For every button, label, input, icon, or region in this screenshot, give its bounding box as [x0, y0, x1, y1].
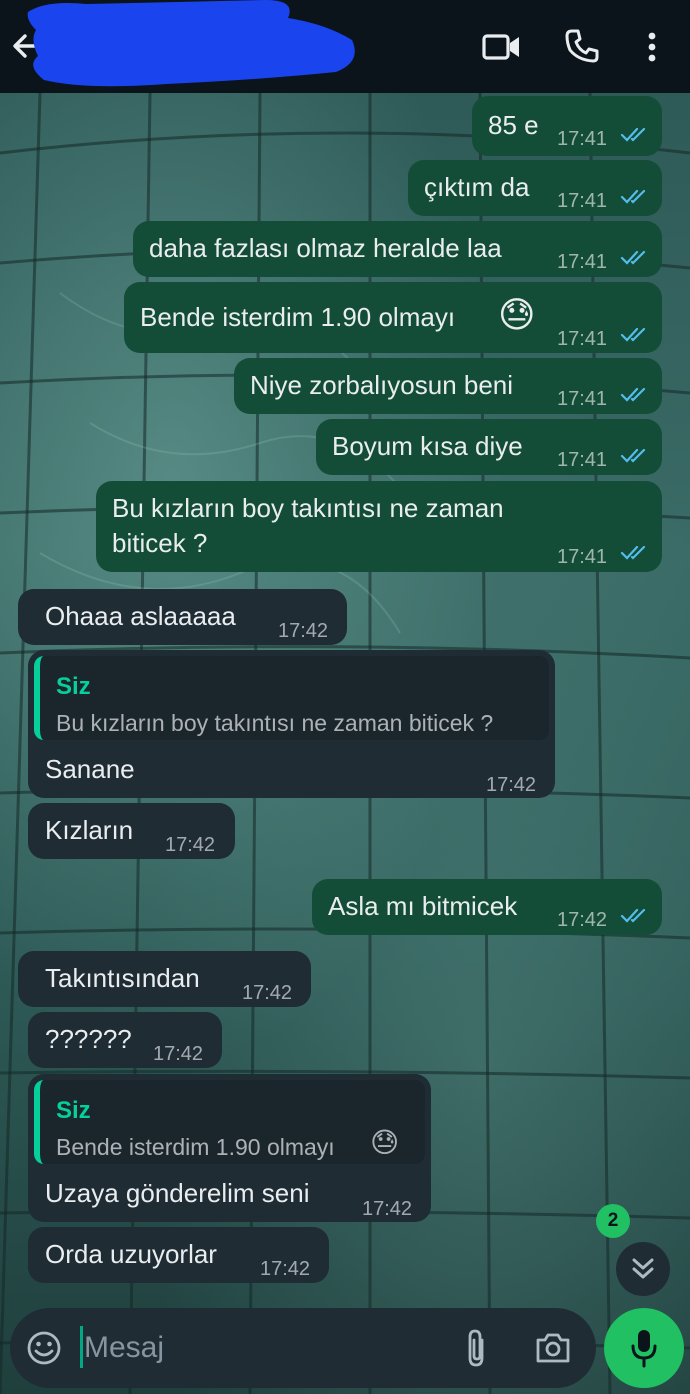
message-time: 17:42 — [260, 1258, 311, 1280]
message-time: 17:41 — [557, 388, 608, 410]
message-composer — [10, 1308, 596, 1388]
message-text-line-2: biticek ? — [112, 528, 208, 558]
message-bubble-outgoing[interactable]: Boyum kısa diye 17:41 — [316, 419, 662, 475]
message-time: 17:41 — [557, 449, 608, 471]
message-text: Boyum kısa diye — [332, 431, 523, 461]
message-text: Ohaaa aslaaaaa — [45, 601, 236, 631]
voice-message-button[interactable] — [604, 1308, 684, 1388]
message-bubble-outgoing[interactable]: Bu kızların boy takıntısı ne zaman bitic… — [96, 481, 662, 572]
message-text: daha fazlası olmaz heralde laa — [149, 233, 502, 263]
message-input[interactable] — [82, 1322, 444, 1374]
message-bubble-incoming[interactable]: Ohaaa aslaaaaa 17:42 — [18, 589, 347, 645]
quoted-author: Siz — [56, 1097, 91, 1124]
message-time: 17:42 — [278, 620, 329, 642]
message-bubble-outgoing[interactable]: çıktım da 17:41 — [408, 160, 662, 216]
message-time: 17:41 — [557, 251, 608, 273]
message-bubble-incoming[interactable]: Orda uzuyorlar 17:42 — [28, 1227, 329, 1283]
message-text: Orda uzuyorlar — [45, 1239, 217, 1269]
message-time: 17:41 — [557, 128, 608, 150]
quoted-reply[interactable]: Siz Bu kızların boy takıntısı ne zaman b… — [34, 656, 549, 740]
message-text: Niye zorbalıyosun beni — [250, 370, 514, 400]
quoted-author: Siz — [56, 673, 91, 700]
message-text: Sanane — [45, 754, 135, 784]
message-bubble-outgoing[interactable]: Asla mı bitmicek 17:42 — [312, 879, 662, 935]
read-receipt-icon — [620, 327, 646, 342]
chat-header — [0, 0, 690, 93]
message-text: Kızların — [45, 815, 134, 845]
message-bubble-outgoing[interactable]: Niye zorbalıyosun beni 17:41 — [234, 358, 662, 414]
paperclip-icon[interactable] — [462, 1328, 492, 1368]
message-text: Bende isterdim 1.90 olmayı — [140, 302, 456, 332]
message-bubble-incoming[interactable]: ?????? 17:42 — [28, 1012, 222, 1068]
message-text: Asla mı bitmicek — [328, 891, 518, 921]
message-text: ?????? — [45, 1024, 132, 1054]
quoted-reply[interactable]: Siz Bende isterdim 1.90 olmayı 😓 — [34, 1080, 425, 1164]
read-receipt-icon — [620, 448, 646, 463]
message-time: 17:42 — [362, 1198, 413, 1220]
sweat-face-emoji: 😓 — [370, 1127, 400, 1158]
message-time: 17:42 — [153, 1043, 204, 1065]
camera-icon[interactable] — [534, 1330, 572, 1366]
scroll-to-bottom-button[interactable] — [616, 1242, 670, 1296]
read-receipt-icon — [620, 127, 646, 142]
microphone-icon — [631, 1330, 657, 1368]
message-bubble-outgoing[interactable]: 85 e 17:41 — [472, 96, 662, 156]
message-time: 17:42 — [486, 774, 537, 796]
message-time: 17:41 — [557, 190, 608, 212]
phone-icon[interactable] — [564, 28, 600, 64]
quoted-text: Bende isterdim 1.90 olmayı — [56, 1134, 335, 1160]
message-bubble-incoming[interactable]: Siz Bu kızların boy takıntısı ne zaman b… — [28, 650, 555, 798]
sweat-face-emoji: 😓 — [498, 294, 536, 335]
message-text: 85 e — [488, 110, 539, 140]
read-receipt-icon — [620, 250, 646, 265]
message-text: çıktım da — [424, 172, 530, 202]
more-vertical-icon[interactable] — [640, 28, 664, 66]
unread-count-badge: 2 — [596, 1204, 630, 1238]
read-receipt-icon — [620, 189, 646, 204]
message-text: Takıntısından — [45, 963, 200, 993]
double-chevron-down-icon — [632, 1258, 654, 1279]
message-time: 17:42 — [165, 834, 216, 856]
message-time: 17:42 — [242, 982, 293, 1004]
read-receipt-icon — [620, 387, 646, 402]
message-bubble-outgoing[interactable]: Bende isterdim 1.90 olmayı 😓 17:41 — [124, 282, 662, 353]
read-receipt-icon — [620, 908, 646, 923]
message-time: 17:41 — [557, 328, 608, 350]
message-text-line-1: Bu kızların boy takıntısı ne zaman — [112, 493, 504, 523]
message-bubble-incoming[interactable]: Siz Bende isterdim 1.90 olmayı 😓 Uzaya g… — [28, 1074, 431, 1222]
read-receipt-icon — [620, 545, 646, 560]
quoted-text: Bu kızların boy takıntısı ne zaman bitic… — [56, 710, 494, 736]
redaction-scribble — [27, 0, 355, 87]
message-text: Uzaya gönderelim seni — [45, 1178, 310, 1208]
emoji-icon[interactable] — [26, 1330, 62, 1366]
message-time: 17:42 — [557, 909, 608, 931]
message-time: 17:41 — [557, 546, 608, 568]
message-bubble-incoming[interactable]: Kızların 17:42 — [28, 803, 235, 859]
message-bubble-incoming[interactable]: Takıntısından 17:42 — [18, 951, 311, 1007]
video-camera-icon[interactable] — [482, 30, 522, 64]
message-bubble-outgoing[interactable]: daha fazlası olmaz heralde laa 17:41 — [133, 221, 662, 277]
